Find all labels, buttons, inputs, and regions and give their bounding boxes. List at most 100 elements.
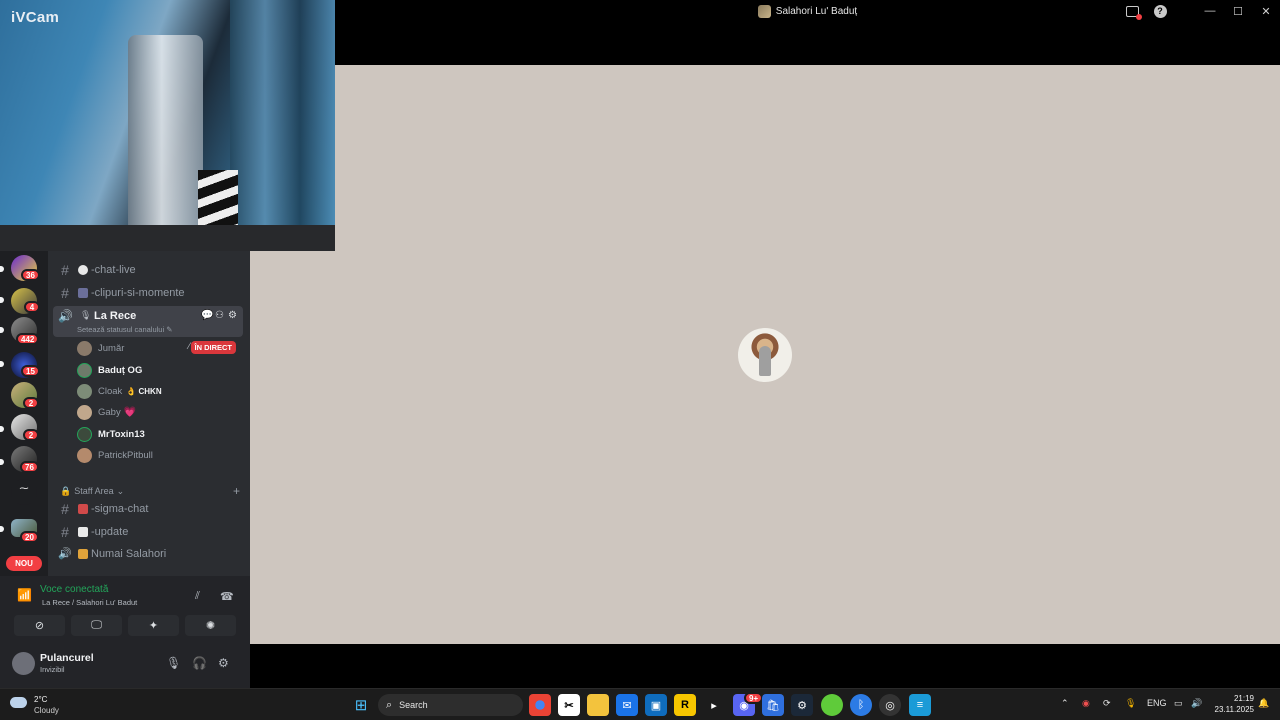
member-name: Cloak [98,385,123,397]
channel-name: -chat-live [91,263,136,276]
rockstar-icon[interactable]: R [674,694,696,716]
volume-icon[interactable]: 🔊 [1191,698,1202,709]
live-badge: ÎN DIRECT [190,341,236,354]
unread-pill [0,426,4,432]
new-servers-badge[interactable]: NOU [6,556,42,571]
channel-numai-salahori[interactable]: 🔊 Numai Salahori [54,543,244,564]
category-staff-area[interactable]: 🔒 Staff Area ⌄ + [60,484,240,498]
file-explorer-icon[interactable] [587,694,609,716]
signal-icon[interactable]: 📶 [17,588,32,602]
activities-button[interactable]: ✦ [128,615,179,636]
start-icon[interactable]: ⊞ [350,694,372,716]
set-channel-status[interactable]: Setează statusul canalului ✎ [77,325,173,334]
tray-app-icon[interactable]: ◉ [1082,698,1090,709]
search-icon: ⌕ [386,698,393,711]
mail-icon[interactable]: ✉ [616,694,638,716]
capcut-icon[interactable]: ✂ [558,694,580,716]
chrome-icon[interactable] [529,694,551,716]
maximize-button[interactable]: ☐ [1224,0,1252,22]
voice-member[interactable]: Cloak 👌 CHKN [77,381,242,401]
store-app-icon[interactable]: ▣ [645,694,667,716]
server-badge-5: 2 [23,397,39,409]
speaker-icon: 🔊 [58,548,72,560]
cloud-icon [10,697,27,708]
voice-member[interactable]: PatrickPitbull [77,445,242,465]
sync-icon[interactable]: ⟳ [1103,698,1111,709]
chat-bubble-icon[interactable]: 💬 [201,310,213,321]
unread-pill [0,526,4,532]
voice-member[interactable]: Baduț OG [77,360,242,380]
help-icon: ? [1153,4,1167,18]
notification-icon[interactable]: 🔔 [1258,698,1269,709]
channel-chat-live[interactable]: # -chat-live [54,259,244,280]
help-button[interactable]: ? [1146,0,1174,22]
channel-name: Numai Salahori [91,547,167,560]
minimize-button[interactable]: — [1196,0,1224,22]
voice-status[interactable]: Voce conectată [40,584,108,595]
obs-icon[interactable]: ◎ [879,694,901,716]
ms-store-icon[interactable]: 🛍 [762,694,784,716]
voice-channel-la-rece[interactable]: 🔊 🎙 La Rece Setează statusul canalului ✎… [53,306,243,337]
soundboard-button[interactable]: ✺ [185,615,236,636]
username[interactable]: Pulancurel [40,652,94,664]
notepad-icon[interactable]: ≡ [909,694,931,716]
member-name: PatrickPitbull [98,449,153,461]
hash-icon: # [61,500,69,517]
microphone-icon[interactable]: 🎙 [166,656,181,670]
weather-temp: 2°C [34,695,48,704]
webcam-curtain [230,0,335,240]
terminal-icon[interactable]: ▸ [703,694,725,716]
voice-member[interactable]: Gaby 💗 [77,402,242,422]
noise-suppression-icon[interactable]: ⫽ [195,590,200,603]
speaker-avatar[interactable] [738,328,792,382]
server-badge-3: 442 [16,333,40,345]
clock[interactable]: 21:19 23.11.2025 [1212,693,1254,715]
gear-icon[interactable]: ⚙ [228,310,237,321]
language-indicator[interactable]: ENG [1147,698,1167,708]
user-panel: Pulancurel Invizibil 🎙 🎧 ⚙ [0,648,250,688]
speech-balloon-icon [78,264,88,275]
channel-clipuri[interactable]: # -clipuri-si-momente [54,282,244,303]
channel-name: -update [91,525,129,538]
chevron-down-icon: ⌄ [116,485,125,496]
voice-location[interactable]: La Rece / Salahori Lu' Badut [42,598,137,607]
add-channel-button[interactable]: + [233,484,240,498]
close-button[interactable]: ✕ [1252,0,1280,22]
server-badge-2: 4 [24,301,40,313]
channel-update[interactable]: # -update [54,521,244,542]
clock-date: 23.11.2025 [1214,705,1254,714]
screen-share-button[interactable]: 🖵 [71,615,122,636]
camera-off-icon: ⊘ [34,620,45,632]
search-box[interactable]: ⌕ Search [378,694,523,716]
bluetooth-app-icon[interactable]: ᛒ [850,694,872,716]
voice-member[interactable]: Jumăr ⁄ ÎN DIRECT [77,338,242,358]
hash-icon: # [61,523,69,540]
camera-button[interactable]: ⊘ [14,615,65,636]
android-icon[interactable] [821,694,843,716]
disconnect-icon[interactable]: ☎ [220,590,234,603]
weather-widget[interactable]: 2°C Cloudy [10,693,90,717]
avatar [77,426,92,442]
gear-icon[interactable]: ⚙ [218,656,229,670]
inbox-button[interactable] [1118,0,1146,22]
chevron-up-icon[interactable]: ⌃ [1061,698,1069,709]
server-badge-1: 36 [21,269,40,281]
taskbar: 2°C Cloudy ⊞ ⌕ Search ✂ ✉ ▣ R ▸ ◉ 9+ 🛍 ⚙… [0,688,1280,720]
unread-pill [0,266,4,272]
network-icon[interactable]: ▭ [1174,698,1183,709]
channel-sigma-chat[interactable]: # -sigma-chat [54,498,244,519]
invite-icon[interactable]: ⚇ [215,310,224,321]
mic-icon: 🎙 [80,310,92,320]
discord-badge: 9+ [744,692,764,704]
server-icon-8[interactable]: ⁓ [11,479,37,505]
microphone-icon[interactable]: 🎙 [1125,698,1136,709]
steam-icon[interactable]: ⚙ [791,694,813,716]
webcam-floor [0,225,335,251]
search-label: Search [399,700,428,710]
member-name: MrToxin13 [98,428,145,440]
avatar[interactable] [12,652,35,675]
headphones-icon[interactable]: 🎧 [192,656,207,670]
speaker-icon: 🔊 [58,309,73,323]
voice-member[interactable]: MrToxin13 [77,424,242,444]
hash-icon: # [61,261,69,278]
